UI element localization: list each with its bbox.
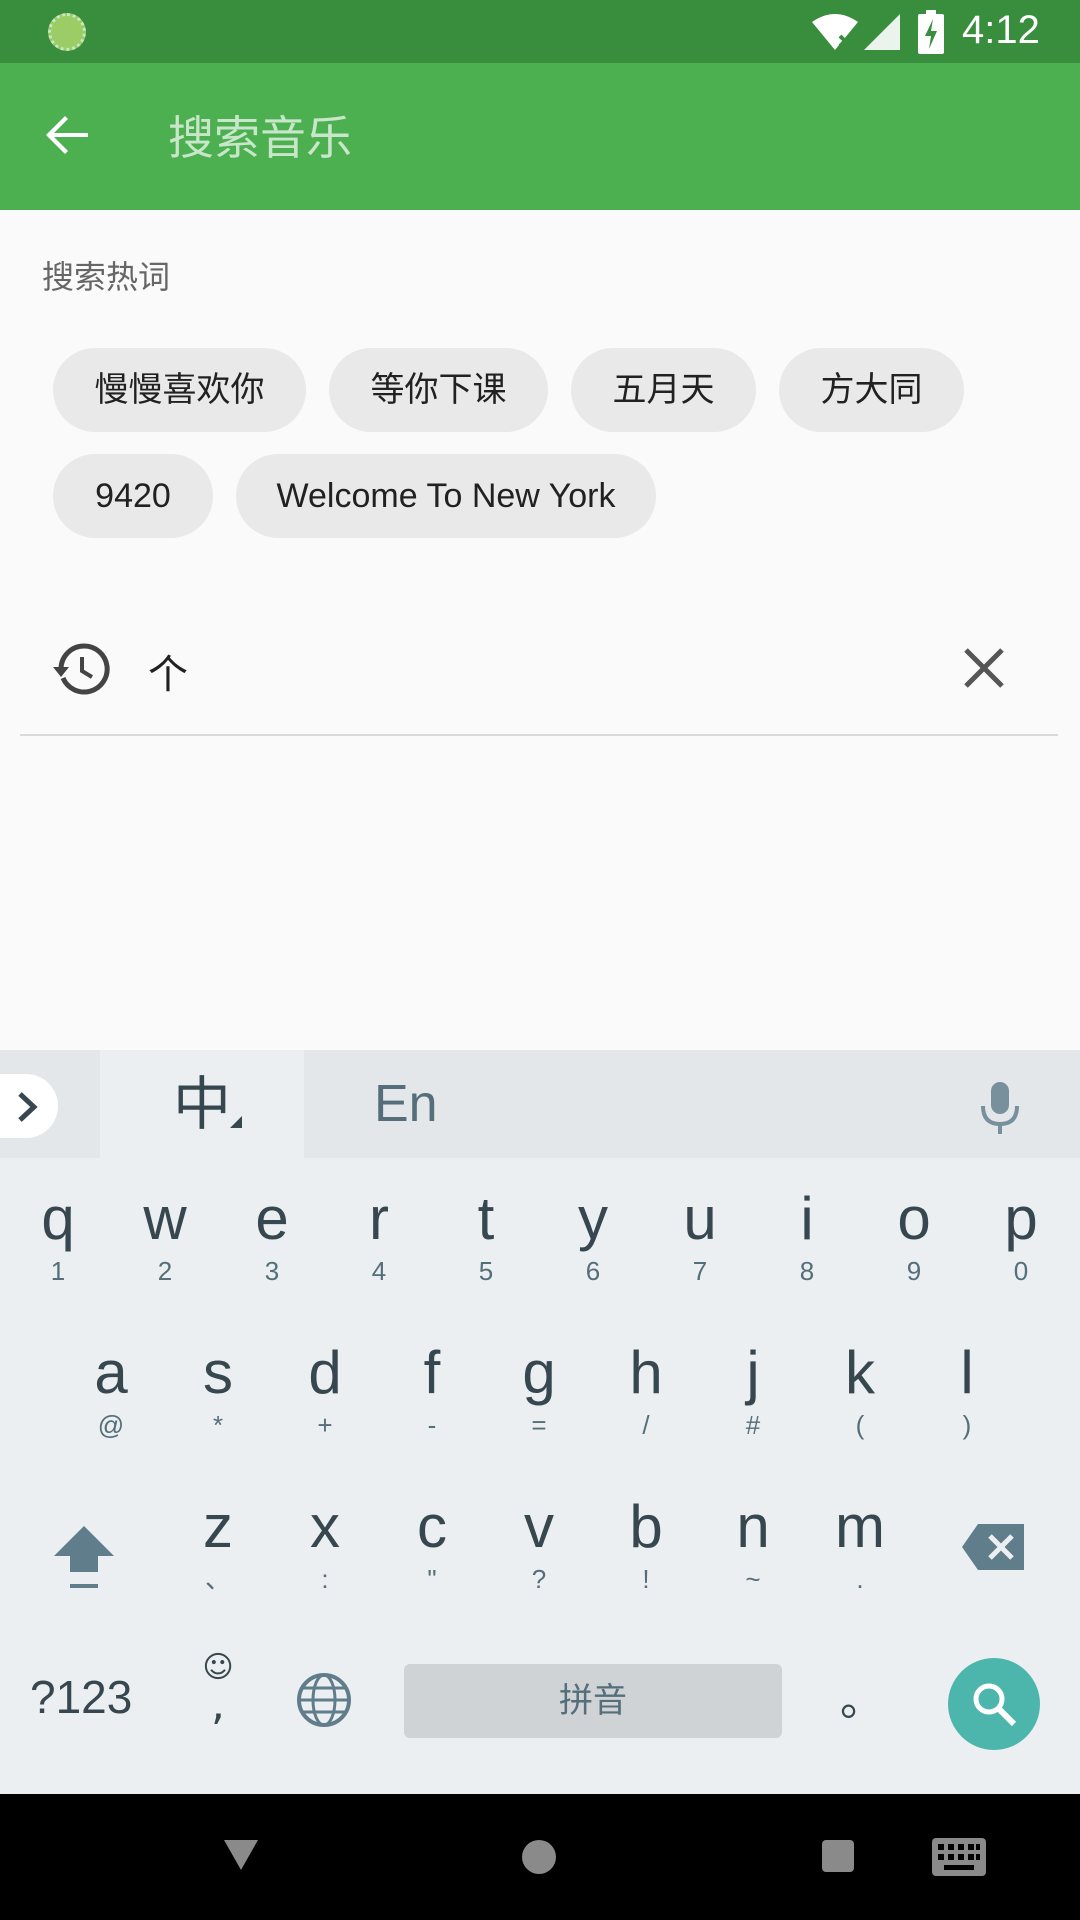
key-j[interactable]: j # bbox=[703, 1340, 803, 1441]
key-p[interactable]: p0 bbox=[971, 1186, 1071, 1287]
key-x[interactable]: x: bbox=[275, 1494, 375, 1595]
clock: 4:12 bbox=[962, 8, 1040, 52]
status-bar: 4:12 bbox=[0, 0, 1080, 63]
key-d[interactable]: d + bbox=[275, 1340, 375, 1441]
key-r[interactable]: r4 bbox=[329, 1186, 429, 1287]
signal-icon bbox=[864, 14, 900, 50]
key-c[interactable]: c " bbox=[382, 1494, 482, 1595]
key-l[interactable]: l) bbox=[917, 1340, 1017, 1441]
key-z[interactable]: z、 bbox=[168, 1494, 268, 1595]
navigation-bar bbox=[0, 1794, 1080, 1920]
chevron-right-icon bbox=[18, 1092, 38, 1122]
chinese-mode-tab[interactable]: 中 bbox=[100, 1050, 304, 1158]
backspace-icon[interactable] bbox=[960, 1522, 1026, 1572]
key-k[interactable]: k( bbox=[810, 1340, 910, 1441]
back-arrow-icon[interactable] bbox=[44, 111, 92, 159]
key-a[interactable]: a @ bbox=[61, 1340, 161, 1441]
history-item[interactable]: 个 bbox=[20, 620, 1058, 736]
mode-indicator-icon bbox=[230, 1116, 242, 1128]
search-icon bbox=[973, 1683, 1017, 1727]
key-n[interactable]: n ~ bbox=[703, 1494, 803, 1595]
hot-word-chip[interactable]: 五月天 bbox=[571, 348, 756, 432]
key-o[interactable]: o9 bbox=[864, 1186, 964, 1287]
key-m[interactable]: m. bbox=[810, 1494, 910, 1595]
key-g[interactable]: g = bbox=[489, 1340, 589, 1441]
keyboard-expand-button[interactable] bbox=[0, 1074, 58, 1138]
key-h[interactable]: h / bbox=[596, 1340, 696, 1441]
period-key[interactable]: 。 bbox=[840, 1664, 884, 1738]
hot-word-chip[interactable]: Welcome To New York bbox=[236, 454, 656, 538]
key-i[interactable]: i8 bbox=[757, 1186, 857, 1287]
keyboard-icon[interactable] bbox=[932, 1838, 986, 1876]
history-icon bbox=[53, 643, 110, 695]
key-s[interactable]: s * bbox=[168, 1340, 268, 1441]
key-f[interactable]: f- bbox=[382, 1340, 482, 1441]
comma-label: , bbox=[211, 1679, 225, 1730]
key-v[interactable]: v? bbox=[489, 1494, 589, 1595]
key-e[interactable]: e3 bbox=[222, 1186, 322, 1287]
battery-charging-icon bbox=[918, 10, 944, 54]
keyboard-toolbar: 中 En bbox=[0, 1050, 1080, 1158]
sync-status-icon bbox=[48, 13, 86, 51]
history-item-text: 个 bbox=[148, 652, 188, 698]
symbols-key[interactable]: ?123 bbox=[30, 1670, 132, 1724]
key-b[interactable]: b! bbox=[596, 1494, 696, 1595]
app-bar bbox=[0, 63, 1080, 210]
key-u[interactable]: u7 bbox=[650, 1186, 750, 1287]
wifi-icon bbox=[812, 14, 858, 50]
chinese-mode-label: 中 bbox=[172, 1070, 231, 1138]
shift-icon[interactable] bbox=[52, 1522, 116, 1592]
nav-home-icon[interactable] bbox=[522, 1840, 556, 1874]
globe-icon[interactable] bbox=[296, 1672, 352, 1728]
key-y[interactable]: y6 bbox=[543, 1186, 643, 1287]
search-input[interactable] bbox=[168, 103, 1028, 173]
nav-back-icon[interactable] bbox=[222, 1838, 260, 1872]
hot-word-chip[interactable]: 等你下课 bbox=[329, 348, 548, 432]
emoji-comma-key[interactable]: ☺ , bbox=[198, 1650, 238, 1730]
key-w[interactable]: w2 bbox=[115, 1186, 215, 1287]
key-t[interactable]: t5 bbox=[436, 1186, 536, 1287]
hot-word-chip[interactable]: 慢慢喜欢你 bbox=[53, 348, 306, 432]
hot-word-chip[interactable]: 方大同 bbox=[779, 348, 964, 432]
hot-word-chip[interactable]: 9420 bbox=[53, 454, 213, 538]
search-key[interactable] bbox=[948, 1658, 1040, 1750]
close-icon[interactable] bbox=[960, 644, 1008, 692]
nav-recents-icon[interactable] bbox=[822, 1840, 854, 1872]
microphone-icon[interactable] bbox=[980, 1082, 1020, 1134]
space-key[interactable]: 拼音 bbox=[404, 1664, 782, 1738]
soft-keyboard: 中 En q1 w2 e3 r4 t5 y6 u7 i8 o9 p0 a @ s *… bbox=[0, 1050, 1080, 1794]
key-q[interactable]: q1 bbox=[8, 1186, 108, 1287]
hot-words-title: 搜索热词 bbox=[42, 258, 171, 296]
english-mode-tab[interactable]: En bbox=[374, 1050, 438, 1158]
